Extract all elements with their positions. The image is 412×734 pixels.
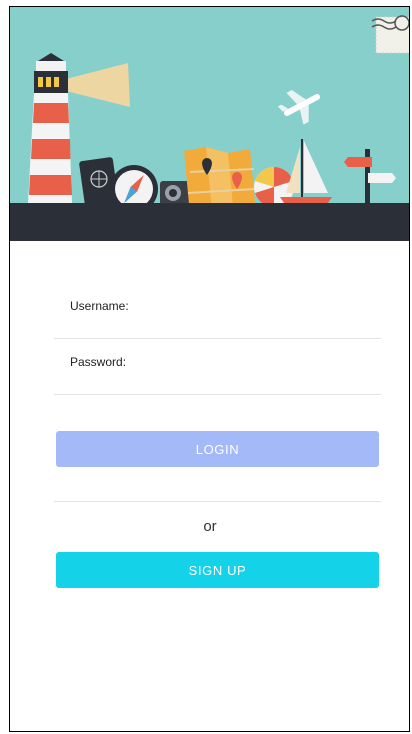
login-button[interactable]: LOGIN <box>56 431 379 467</box>
password-field: Password: <box>54 349 381 395</box>
app-frame: Username: Password: LOGIN or SIGN UP <box>9 6 410 732</box>
password-label: Password: <box>70 355 127 369</box>
signup-button[interactable]: SIGN UP <box>56 552 379 588</box>
form-divider <box>54 501 381 502</box>
username-input[interactable] <box>68 313 372 337</box>
username-field: Username: <box>54 293 381 339</box>
travel-banner <box>10 7 409 241</box>
lighthouse-icon <box>28 53 72 203</box>
password-input[interactable] <box>68 369 372 393</box>
stamp-icon <box>371 15 409 54</box>
username-label: Username: <box>70 299 129 313</box>
or-separator-text: or <box>203 518 217 535</box>
